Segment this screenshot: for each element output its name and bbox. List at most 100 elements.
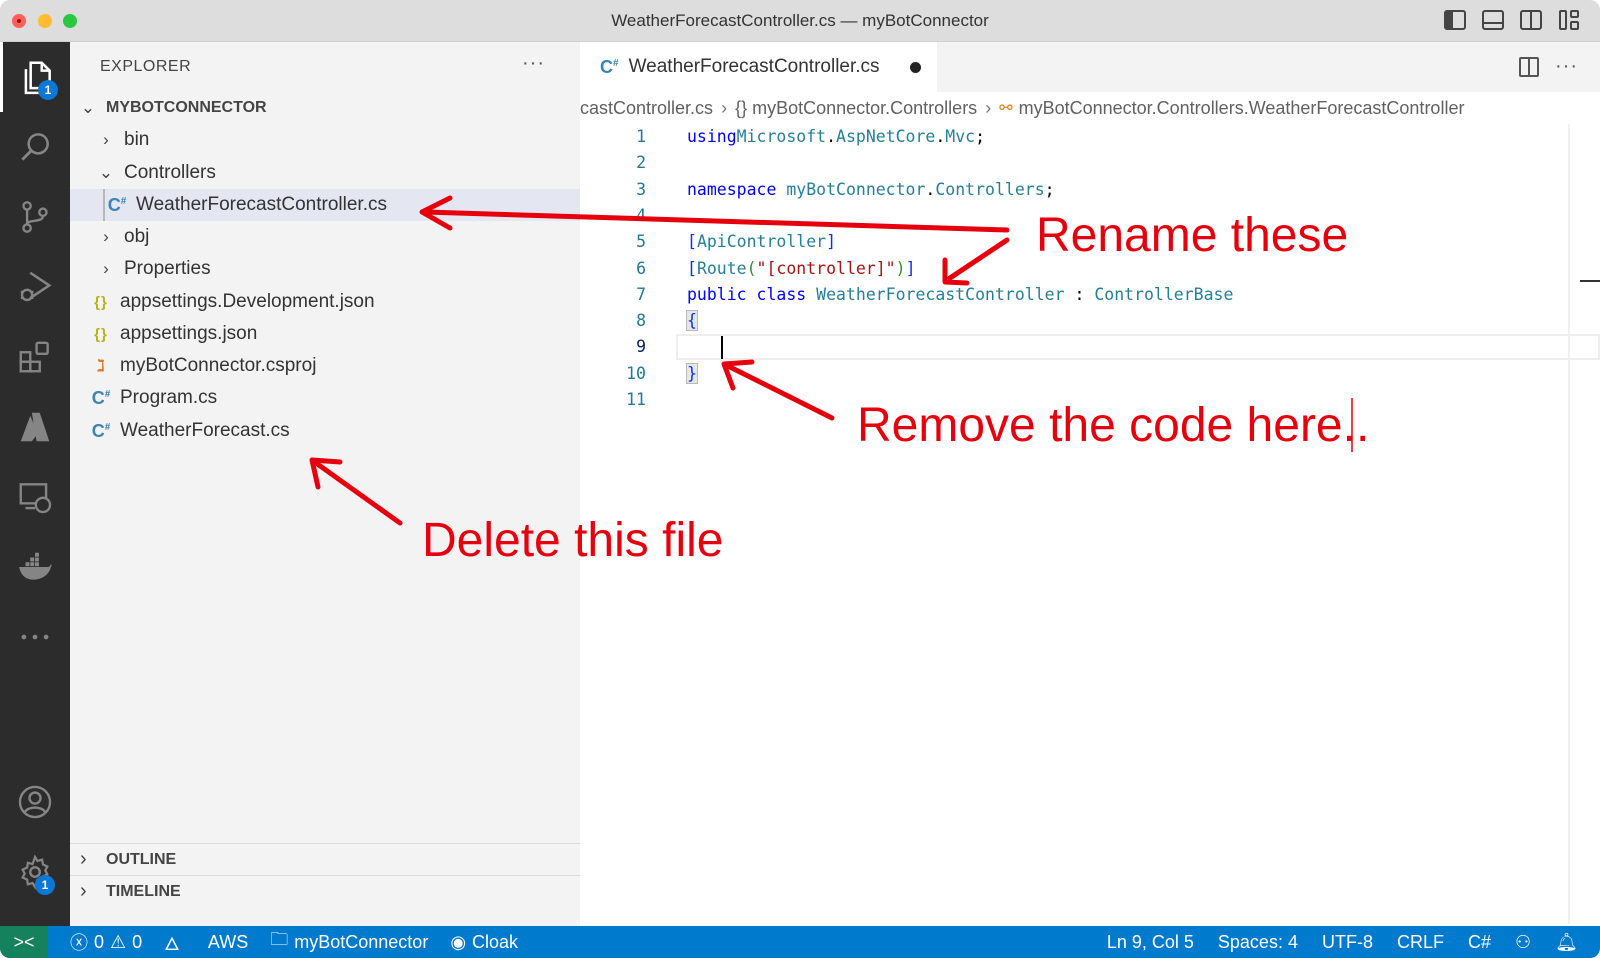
activity-run-debug[interactable] <box>0 252 70 322</box>
annotation-remove: Remove the code here.. <box>857 399 1370 452</box>
code-line[interactable]: 8{ <box>580 308 1600 334</box>
activity-source-control[interactable] <box>0 182 70 252</box>
customize-layout-icon[interactable] <box>1558 10 1580 30</box>
warning-icon: ⚠ <box>110 931 127 952</box>
tree-item-appsettings[interactable]: {} appsettings.json <box>70 318 580 350</box>
toggle-secondary-sidebar-icon[interactable] <box>1520 10 1542 30</box>
explorer-header: EXPLORER <box>100 58 192 75</box>
line-source: usingMicrosoft.AspNetCore.Mvc; <box>687 124 985 150</box>
activity-accounts[interactable] <box>0 767 70 837</box>
remote-indicator[interactable]: >< <box>0 926 48 958</box>
tree-item-program[interactable]: C# Program.cs <box>70 382 580 414</box>
line-number: 5 <box>636 232 646 252</box>
line-number: 9 <box>636 337 646 357</box>
code-line[interactable]: 10} <box>580 361 1600 387</box>
notifications-bell-icon[interactable]: 🔔︎ <box>1555 932 1578 953</box>
tree-item-controllers[interactable]: ⌄ Controllers <box>70 157 580 189</box>
chevron-right-icon: › <box>985 97 992 118</box>
text-cursor <box>721 336 723 360</box>
annotation-rename: Rename these <box>1036 209 1349 262</box>
error-count: 0 <box>94 931 105 952</box>
tree-item-bin[interactable]: › bin <box>70 124 580 156</box>
code-token: WeatherForecastController <box>816 284 1065 304</box>
chevron-right-icon: › <box>103 227 109 246</box>
status-bar-right: Ln 9, Col 5 Spaces: 4 UTF-8 CRLF C# ⚇ 🔔︎ <box>1083 932 1600 953</box>
encoding[interactable]: UTF-8 <box>1322 932 1373 953</box>
outline-section[interactable]: › OUTLINE <box>70 843 580 875</box>
code-token: ApiController <box>696 232 827 252</box>
cursor-position[interactable]: Ln 9, Col 5 <box>1107 932 1194 953</box>
aws-label: AWS <box>207 931 249 952</box>
tree-item-properties[interactable]: › Properties <box>70 253 580 285</box>
indent-guide <box>103 189 105 221</box>
activity-docker[interactable] <box>0 532 70 602</box>
code-token: : <box>1074 284 1085 304</box>
outline-title: OUTLINE <box>106 850 177 868</box>
code-token: AspNetCore <box>836 127 936 146</box>
code-token: ] <box>905 258 916 278</box>
line-number: 1 <box>636 127 646 146</box>
line-source: public class WeatherForecastController :… <box>687 282 1233 308</box>
code-token: ControllerBase <box>1094 284 1234 304</box>
code-token: Controllers <box>935 179 1045 199</box>
status-bar: >< ⓧ 0 ⚠ 0 🜂 AWS 🗀 myBotConnector ◉ Cloa… <box>0 926 1600 958</box>
code-token: "[controller]" <box>756 258 896 278</box>
indentation[interactable]: Spaces: 4 <box>1218 932 1298 953</box>
activity-search[interactable] <box>0 112 70 182</box>
json-file-icon: {} <box>94 325 108 343</box>
cloak-item[interactable]: ◉ Cloak <box>450 932 518 953</box>
cloak-label: Cloak <box>472 931 519 952</box>
tree-item-csproj[interactable]: ℷ myBotConnector.csproj <box>70 350 580 382</box>
tree-item-weatherforecastcontroller[interactable]: C# WeatherForecastController.cs <box>70 189 580 221</box>
code-line[interactable]: 2 <box>580 150 1600 176</box>
aws-item[interactable]: AWS <box>208 932 248 953</box>
toggle-primary-sidebar-icon[interactable] <box>1444 10 1466 30</box>
flame-item[interactable]: 🜂 <box>164 924 186 958</box>
activity-explorer[interactable]: 1 <box>0 42 70 112</box>
problems-indicator[interactable]: ⓧ 0 ⚠ 0 <box>70 929 142 955</box>
json-file-icon: {} <box>94 293 108 311</box>
split-editor-icon[interactable] <box>1519 56 1540 77</box>
current-line-highlight <box>676 334 1600 361</box>
line-source: namespace myBotConnector.Controllers; <box>687 177 1055 203</box>
tree-item-obj[interactable]: › obj <box>70 221 580 253</box>
activity-remote-explorer[interactable] <box>0 462 70 532</box>
toggle-panel-icon[interactable] <box>1482 10 1504 30</box>
docker-icon <box>19 552 52 580</box>
chevron-right-icon: › <box>103 259 109 278</box>
project-root[interactable]: ⌄ MYBOTCONNECTOR <box>70 92 580 124</box>
line-source: } <box>686 361 698 387</box>
editor-more-actions-icon[interactable]: ··· <box>1555 55 1578 78</box>
feedback-icon[interactable]: ⚇ <box>1515 932 1531 953</box>
breadcrumb-class[interactable]: myBotConnector.Controllers.WeatherForeca… <box>1019 98 1465 119</box>
tree-item-label: WeatherForecastController.cs <box>136 194 387 215</box>
scrollbar-track[interactable] <box>1568 124 1570 924</box>
unsaved-changes-dot[interactable] <box>910 62 921 73</box>
code-token: . <box>935 127 946 146</box>
end-of-line[interactable]: CRLF <box>1397 932 1444 953</box>
manage-badge: 1 <box>35 875 55 895</box>
code-token: Route <box>696 258 747 278</box>
code-line[interactable]: 1 usingMicrosoft.AspNetCore.Mvc; <box>580 124 1600 150</box>
timeline-section[interactable]: › TIMELINE <box>70 875 580 907</box>
code-token: { <box>686 310 698 332</box>
breadcrumb-namespace[interactable]: {} myBotConnector.Controllers <box>735 98 977 119</box>
explorer-more-actions[interactable]: ··· <box>522 52 545 75</box>
ellipsis-icon <box>21 634 49 640</box>
tree-item-appsettings-development[interactable]: {} appsettings.Development.json <box>70 286 580 318</box>
tab-weatherforecastcontroller[interactable]: C# WeatherForecastController.cs <box>580 42 937 92</box>
code-line[interactable]: 3 namespace myBotConnector.Controllers; <box>580 177 1600 203</box>
code-line[interactable]: 9 <box>580 334 1600 361</box>
code-line[interactable]: 7 public class WeatherForecastController … <box>580 282 1600 308</box>
activity-azure[interactable] <box>0 392 70 462</box>
code-token: class <box>756 284 807 304</box>
activity-more[interactable] <box>0 602 70 672</box>
breadcrumb-file[interactable]: castController.cs <box>580 98 713 119</box>
activity-manage[interactable]: 1 <box>0 837 70 907</box>
activity-extensions[interactable] <box>0 322 70 392</box>
line-source: [ApiController] <box>687 229 836 255</box>
language-mode[interactable]: C# <box>1468 932 1491 953</box>
tree-item-weatherforecast[interactable]: C# WeatherForecast.cs <box>70 415 580 447</box>
line-number: 8 <box>636 311 646 331</box>
folder-item[interactable]: 🗀 myBotConnector <box>270 927 428 957</box>
